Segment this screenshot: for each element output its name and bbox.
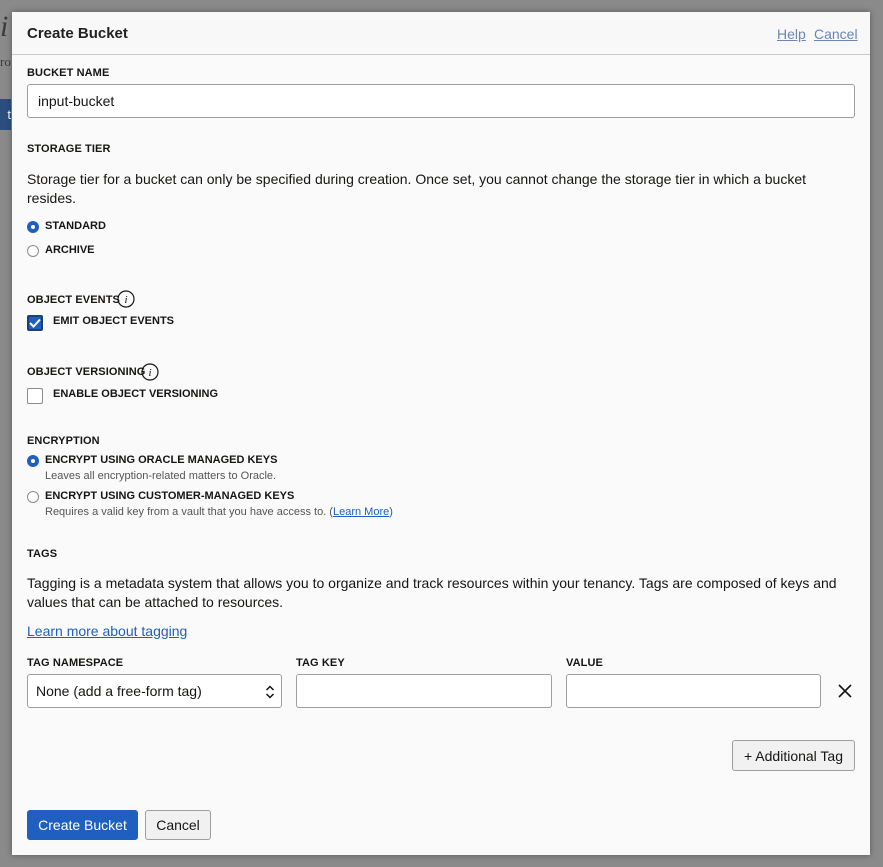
archive-radio[interactable] — [27, 245, 39, 257]
tag-namespace-select[interactable]: None (add a free-form tag) — [27, 674, 282, 708]
footer-cancel-button[interactable]: Cancel — [145, 810, 211, 840]
create-bucket-button[interactable]: Create Bucket — [27, 810, 138, 840]
help-link[interactable]: Help — [777, 26, 806, 42]
object-events-info-icon[interactable]: i — [117, 290, 135, 308]
customer-managed-keys-radio[interactable] — [27, 491, 39, 503]
customer-keys-desc-text: Requires a valid key from a vault that y… — [45, 506, 333, 518]
emit-object-events-option[interactable]: EMIT OBJECT EVENTS — [27, 315, 174, 331]
object-versioning-label: OBJECT VERSIONING — [27, 366, 146, 378]
header-cancel-link[interactable]: Cancel — [814, 26, 858, 42]
storage-tier-description: Storage tier for a bucket can only be sp… — [27, 171, 807, 206]
bucket-name-input[interactable] — [27, 84, 855, 118]
oracle-managed-keys-option[interactable]: ENCRYPT USING ORACLE MANAGED KEYS Leaves… — [27, 454, 277, 483]
tag-namespace-header: TAG NAMESPACE — [27, 657, 124, 669]
additional-tag-button[interactable]: + Additional Tag — [732, 740, 855, 771]
standard-radio-label: STANDARD — [45, 220, 106, 232]
oracle-managed-keys-label: ENCRYPT USING ORACLE MANAGED KEYS — [45, 454, 278, 466]
archive-radio-label: ARCHIVE — [45, 244, 95, 256]
storage-tier-label: STORAGE TIER — [27, 143, 111, 155]
oracle-managed-keys-description: Leaves all encryption-related matters to… — [45, 470, 277, 482]
learn-more-tagging-link[interactable]: Learn more about tagging — [27, 623, 187, 639]
enable-versioning-label: ENABLE OBJECT VERSIONING — [53, 388, 219, 400]
dialog-header: Create Bucket Help Cancel — [12, 12, 870, 55]
remove-tag-close-icon[interactable] — [837, 683, 853, 699]
svg-text:i: i — [124, 294, 127, 306]
encryption-learn-more-link[interactable]: Learn More — [333, 506, 389, 518]
tag-value-header: VALUE — [566, 657, 603, 669]
standard-radio[interactable] — [27, 221, 39, 233]
enable-versioning-checkbox[interactable] — [27, 388, 43, 404]
emit-object-events-label: EMIT OBJECT EVENTS — [53, 315, 175, 327]
bucket-name-label: BUCKET NAME — [27, 67, 110, 79]
customer-keys-desc-suffix: ) — [389, 506, 393, 518]
tag-value-input[interactable] — [566, 674, 821, 708]
dialog-title: Create Bucket — [27, 25, 128, 42]
background-title-fragment: i — [0, 10, 9, 43]
object-events-label: OBJECT EVENTS — [27, 294, 120, 306]
emit-object-events-checkbox[interactable] — [27, 315, 43, 331]
customer-managed-keys-label: ENCRYPT USING CUSTOMER-MANAGED KEYS — [45, 490, 295, 502]
background-button-fragment: t — [0, 99, 11, 130]
enable-versioning-option[interactable]: ENABLE OBJECT VERSIONING — [27, 388, 218, 404]
tags-description: Tagging is a metadata system that allows… — [27, 575, 837, 610]
check-icon — [29, 318, 41, 328]
customer-managed-keys-option[interactable]: ENCRYPT USING CUSTOMER-MANAGED KEYS Requ… — [27, 490, 393, 519]
storage-tier-standard-option[interactable]: STANDARD — [27, 220, 106, 233]
object-versioning-info-icon[interactable]: i — [141, 363, 159, 381]
customer-managed-keys-description: Requires a valid key from a vault that y… — [45, 505, 393, 519]
background-subtitle-fragment: ro — [0, 54, 11, 69]
svg-text:i: i — [148, 367, 151, 379]
encryption-label: ENCRYPTION — [27, 435, 100, 447]
tag-key-header: TAG KEY — [296, 657, 345, 669]
create-bucket-dialog: Create Bucket Help Cancel BUCKET NAME ST… — [12, 12, 870, 855]
chevron-updown-icon — [265, 685, 275, 699]
oracle-managed-keys-radio[interactable] — [27, 455, 39, 467]
storage-tier-archive-option[interactable]: ARCHIVE — [27, 244, 95, 257]
tag-key-input[interactable] — [296, 674, 552, 708]
tags-label: TAGS — [27, 548, 58, 560]
tag-namespace-selected-value: None (add a free-form tag) — [36, 683, 202, 699]
